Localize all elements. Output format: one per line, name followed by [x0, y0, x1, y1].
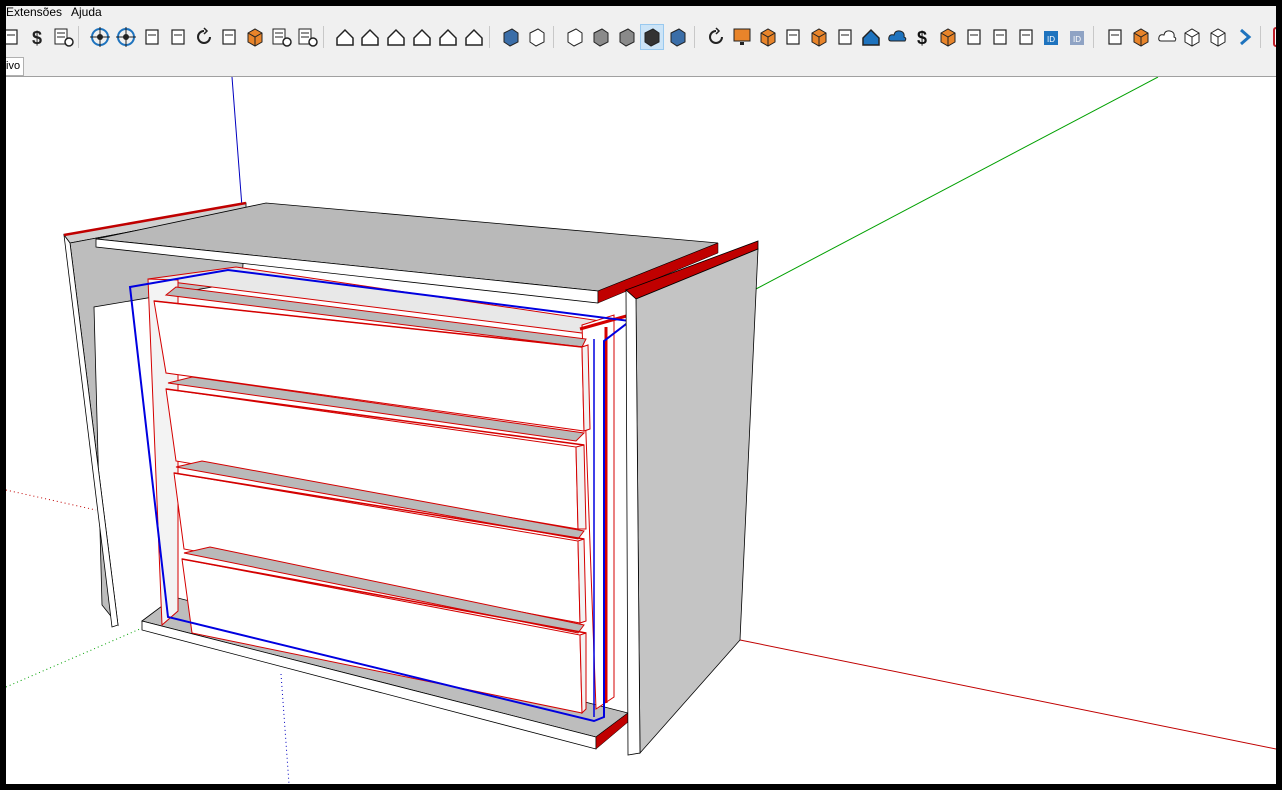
box-3d-icon[interactable]: [808, 25, 830, 49]
dollar-icon[interactable]: $: [911, 25, 933, 49]
list-add-icon[interactable]: [270, 25, 292, 49]
cube-orange-icon[interactable]: [937, 25, 959, 49]
red-axis-dotted: [6, 489, 97, 511]
green-axis: [753, 77, 1159, 291]
menu-extensions[interactable]: Extensões: [6, 6, 62, 19]
rotate-icon[interactable]: [193, 25, 215, 49]
phone-tool-icon[interactable]: [963, 25, 985, 49]
svg-text:ID: ID: [1047, 35, 1055, 44]
panel-tool-icon[interactable]: [1015, 25, 1037, 49]
toolbar-separator: [553, 26, 554, 48]
toolbar-separator: [1259, 26, 1261, 48]
guitar-icon[interactable]: [834, 25, 856, 49]
drawing-viewport[interactable]: [6, 77, 1276, 784]
home-view-icon[interactable]: [385, 25, 407, 49]
front-view-icon[interactable]: [359, 25, 381, 49]
door-handle-icon[interactable]: [167, 25, 189, 49]
menu-bar: Extensões Ajuda: [6, 6, 1276, 20]
scene-tab-label: ivo: [6, 60, 21, 72]
shaded-texture-style-icon[interactable]: [616, 25, 638, 49]
shaded-style-icon[interactable]: [590, 25, 612, 49]
checkbox-icon[interactable]: [1130, 25, 1152, 49]
target-alt-icon[interactable]: [115, 25, 137, 49]
dollar-report-icon[interactable]: $: [26, 25, 48, 49]
monitor-icon[interactable]: [731, 25, 753, 49]
toolbar-separator: [694, 26, 695, 48]
model-canvas[interactable]: [6, 77, 1276, 784]
svg-text:$: $: [32, 28, 42, 48]
svg-text:ID: ID: [1073, 35, 1081, 44]
spiral-icon[interactable]: [705, 25, 727, 49]
house-blue-icon[interactable]: [860, 25, 882, 49]
cloud-upload-icon[interactable]: [886, 25, 908, 49]
red-axis: [739, 639, 1276, 750]
hidden-line-style-icon[interactable]: [564, 25, 586, 49]
blue-axis: [231, 77, 243, 208]
id-tag-gray-icon[interactable]: ID: [1066, 25, 1088, 49]
list-remove-icon[interactable]: [296, 25, 318, 49]
door-panel-icon[interactable]: [141, 25, 163, 49]
edit-sheet-icon[interactable]: [218, 25, 240, 49]
menu-help[interactable]: Ajuda: [71, 6, 102, 19]
blue-axis-dotted: [280, 673, 290, 784]
green-axis-dotted: [6, 621, 157, 688]
binoculars-icon[interactable]: [989, 25, 1011, 49]
scene-tab[interactable]: ivo: [6, 57, 25, 76]
export-icon[interactable]: [1104, 25, 1126, 49]
top-view-icon[interactable]: [411, 25, 433, 49]
toolbar-separator: [322, 26, 324, 48]
monochrome-style-icon[interactable]: [640, 24, 665, 50]
cloud-icon[interactable]: [1156, 25, 1178, 49]
gear-cube-icon[interactable]: [1207, 25, 1229, 49]
toolbar-separator: [489, 26, 491, 48]
right-side-panel[interactable]: [625, 240, 759, 756]
plugin-logo-icon[interactable]: [1271, 25, 1276, 49]
back-view-icon[interactable]: [463, 25, 485, 49]
svg-text:$: $: [917, 28, 927, 48]
arrow-right-icon[interactable]: [1233, 25, 1255, 49]
report-list-icon[interactable]: [52, 25, 74, 49]
xray-style-icon[interactable]: [500, 25, 522, 49]
cube-outline-icon[interactable]: [1181, 25, 1203, 49]
wireframe-style-icon[interactable]: [526, 25, 548, 49]
house-outline-icon[interactable]: [437, 25, 459, 49]
target-icon[interactable]: [89, 25, 111, 49]
sketchup-window: Extensões Ajuda $ $ ID ID ivo: [6, 6, 1276, 784]
toolbar-separator: [1093, 26, 1094, 48]
iso-view-icon[interactable]: [334, 25, 356, 49]
cabinet-icon[interactable]: [757, 25, 779, 49]
toolbar: $ $ ID ID: [6, 20, 1276, 56]
toolbar-separator: [78, 26, 80, 48]
cut-page-icon[interactable]: [6, 25, 22, 49]
staircase-icon[interactable]: [782, 25, 804, 49]
scene-tabs-bar: ivo: [6, 56, 1276, 77]
search-box-icon[interactable]: [244, 25, 266, 49]
id-tag-icon[interactable]: ID: [1040, 25, 1062, 49]
solid-style-icon[interactable]: [667, 25, 689, 49]
